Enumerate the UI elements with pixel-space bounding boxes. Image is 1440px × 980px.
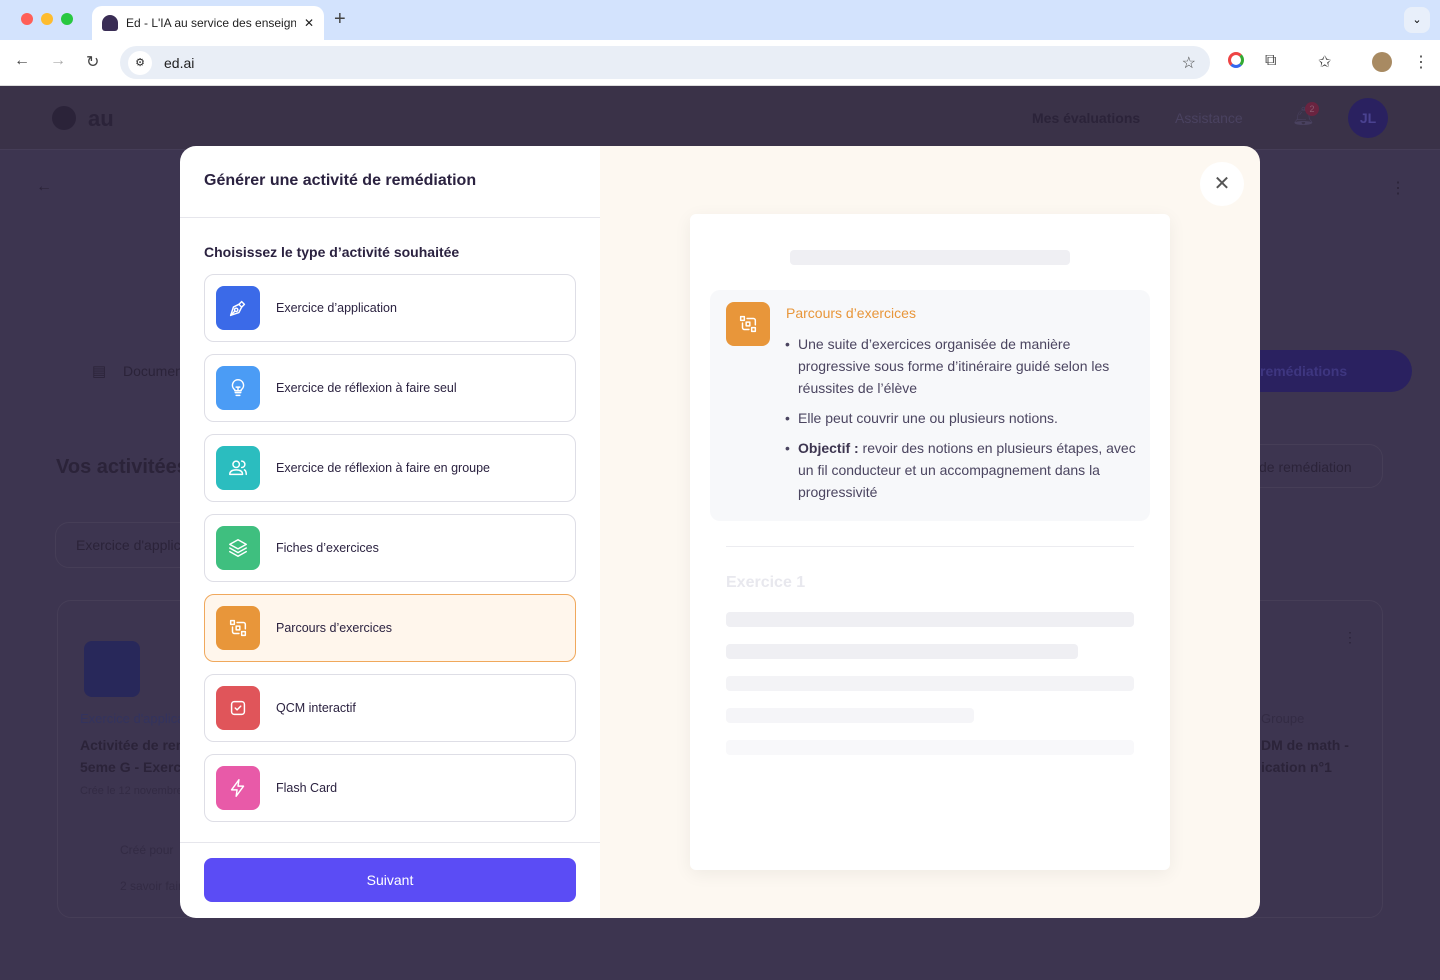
section-title: Vos activitées bbox=[56, 456, 188, 478]
skeleton-line bbox=[726, 612, 1134, 627]
modal-subtitle: Choisissez le type d’activité souhaitée bbox=[204, 244, 460, 260]
minimize-window-button[interactable] bbox=[41, 13, 53, 25]
card-title-2: ication n°1 bbox=[1261, 759, 1332, 775]
card-meta-2: 2 savoir faire bbox=[120, 879, 189, 893]
profile-avatar[interactable] bbox=[1372, 52, 1392, 72]
modal-footer: Suivant bbox=[180, 842, 600, 918]
users-icon bbox=[216, 446, 260, 490]
description-list: Une suite d’exercices organisée de maniè… bbox=[785, 333, 1143, 511]
exercise-heading: Exercice 1 bbox=[726, 574, 806, 591]
browser-toolbar: ← → ↻ ⚙ ed.ai ☆ ⧉ ✩ ⋮ bbox=[0, 40, 1440, 86]
description-objective: Objectif : revoir des notions en plusieu… bbox=[785, 437, 1143, 503]
card-title: DM de math - bbox=[1261, 737, 1349, 753]
option-flash-card[interactable]: Flash Card bbox=[204, 754, 576, 822]
user-avatar[interactable]: JL bbox=[1348, 98, 1388, 138]
tab-remediations-label: remédiations bbox=[1260, 363, 1348, 379]
activity-description: Parcours d’exercices Une suite d’exercic… bbox=[710, 290, 1150, 521]
bookmark-star-icon[interactable]: ☆ bbox=[1182, 53, 1196, 73]
close-tab-icon[interactable]: ✕ bbox=[304, 16, 314, 30]
back-icon[interactable]: ← bbox=[14, 52, 30, 70]
description-bullet: Elle peut couvrir une ou plusieurs notio… bbox=[785, 407, 1143, 429]
option-exercice-application[interactable]: Exercice d’application bbox=[204, 274, 576, 342]
option-label: Flash Card bbox=[276, 781, 338, 795]
browser-tab-strip: Ed - L'IA au service des enseignants ✕ +… bbox=[0, 0, 1440, 40]
site-settings-icon[interactable]: ⚙ bbox=[128, 50, 152, 75]
layers-icon bbox=[216, 526, 260, 570]
pen-nib-icon bbox=[216, 286, 260, 330]
option-qcm-interactif[interactable]: QCM interactif bbox=[204, 674, 576, 742]
skeleton-line bbox=[726, 708, 974, 723]
reload-icon[interactable]: ↻ bbox=[86, 52, 99, 72]
option-label: Fiches d’exercices bbox=[276, 541, 379, 555]
browser-tab[interactable]: Ed - L'IA au service des enseignants ✕ bbox=[92, 6, 324, 40]
address-bar[interactable]: ⚙ ed.ai ☆ bbox=[120, 46, 1210, 79]
next-button[interactable]: Suivant bbox=[204, 858, 576, 902]
pen-nib-icon bbox=[84, 641, 140, 697]
route-icon bbox=[726, 302, 770, 346]
logo-text: au bbox=[88, 106, 114, 131]
option-reflexion-groupe[interactable]: Exercice de réflexion à faire en groupe bbox=[204, 434, 576, 502]
more-icon[interactable]: ⋮ bbox=[1390, 178, 1406, 198]
nav-assistance[interactable]: Assistance bbox=[1175, 110, 1243, 126]
bookmarks-icon[interactable]: ✩ bbox=[1318, 52, 1331, 72]
url-text: ed.ai bbox=[164, 54, 195, 71]
option-fiches-exercices[interactable]: Fiches d’exercices bbox=[204, 514, 576, 582]
card-type: Groupe bbox=[1261, 711, 1305, 726]
tab-remediations[interactable]: remédiations bbox=[1240, 350, 1412, 392]
objective-label: Objectif : bbox=[798, 440, 859, 456]
notification-badge: 2 bbox=[1305, 102, 1319, 116]
option-label: Exercice de réflexion à faire seul bbox=[276, 381, 457, 395]
browser-menu-icon[interactable]: ⋮ bbox=[1413, 52, 1429, 72]
close-window-button[interactable] bbox=[21, 13, 33, 25]
lightbulb-icon bbox=[216, 366, 260, 410]
option-label: Exercice de réflexion à faire en groupe bbox=[276, 461, 491, 475]
option-label: Exercice d’application bbox=[276, 301, 397, 315]
extensions-puzzle-icon[interactable]: ⧉ bbox=[1265, 52, 1276, 70]
skeleton-line bbox=[726, 740, 1134, 755]
card-more-icon[interactable]: ⋮ bbox=[1343, 629, 1357, 646]
skeleton-line bbox=[726, 676, 1134, 691]
option-label: Parcours d’exercices bbox=[276, 621, 393, 635]
checkbox-icon bbox=[216, 686, 260, 730]
remediation-modal: Générer une activité de remédiation Choi… bbox=[180, 146, 1260, 918]
description-title: Parcours d’exercices bbox=[786, 305, 916, 321]
preview-card: Parcours d’exercices Une suite d’exercic… bbox=[690, 214, 1170, 870]
option-parcours-exercices[interactable]: Parcours d’exercices bbox=[204, 594, 576, 662]
preview-panel: ✕ Parcours d’exercices Une suite d’exerc… bbox=[600, 146, 1260, 918]
divider bbox=[726, 546, 1134, 547]
modal-title: Générer une activité de remédiation bbox=[180, 146, 600, 218]
tab-search-button[interactable]: ⌄ bbox=[1404, 7, 1430, 33]
activity-type-panel: Générer une activité de remédiation Choi… bbox=[180, 146, 600, 918]
extension-color-icon[interactable] bbox=[1228, 52, 1244, 68]
lightning-icon bbox=[216, 766, 260, 810]
option-reflexion-seul[interactable]: Exercice de réflexion à faire seul bbox=[204, 354, 576, 422]
tab-title: Ed - L'IA au service des enseignants bbox=[126, 16, 296, 30]
card-meta-1: Créé pour bbox=[120, 843, 174, 857]
app-header: au Mes évaluations Assistance 🔔︎ 2 JL bbox=[0, 86, 1440, 150]
route-icon bbox=[216, 606, 260, 650]
filter-right-label: de remédiation bbox=[1259, 459, 1352, 475]
card-date: Crée le 12 novembre bbox=[80, 785, 183, 797]
maximize-window-button[interactable] bbox=[61, 13, 73, 25]
document-icon: ▤ bbox=[92, 363, 107, 380]
forward-icon[interactable]: → bbox=[50, 52, 66, 70]
skeleton-title bbox=[790, 250, 1070, 265]
back-arrow-icon[interactable]: ← bbox=[36, 178, 52, 196]
nav-mes-evaluations[interactable]: Mes évaluations bbox=[1032, 110, 1140, 126]
new-tab-button[interactable]: + bbox=[334, 8, 346, 31]
skeleton-line bbox=[726, 644, 1078, 659]
penguin-favicon-icon bbox=[102, 15, 118, 31]
close-modal-button[interactable]: ✕ bbox=[1200, 162, 1244, 206]
logo-icon bbox=[52, 106, 76, 130]
option-label: QCM interactif bbox=[276, 701, 356, 715]
description-bullet: Une suite d’exercices organisée de maniè… bbox=[785, 333, 1143, 399]
